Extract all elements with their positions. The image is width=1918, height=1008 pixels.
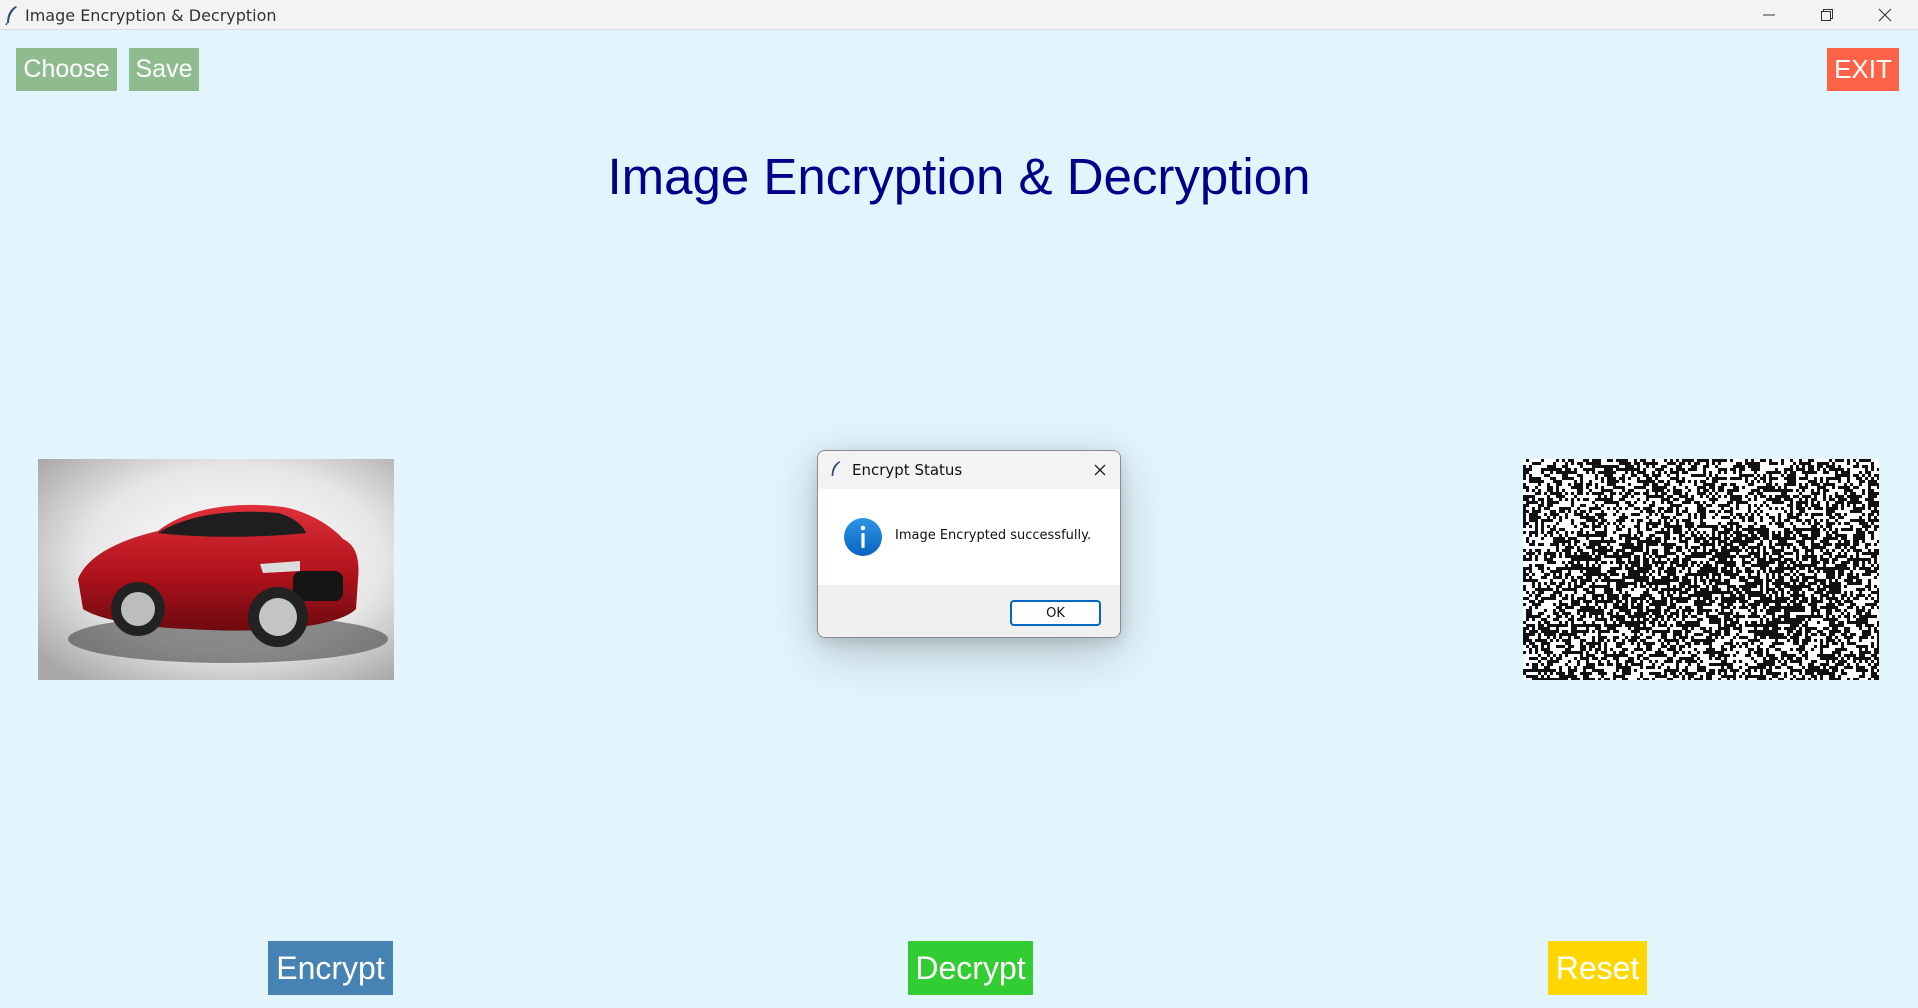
save-button[interactable]: Save	[129, 48, 199, 91]
feather-icon	[5, 6, 17, 25]
restore-icon	[1821, 9, 1833, 21]
close-icon	[1878, 8, 1892, 22]
close-icon	[1094, 464, 1106, 476]
minimize-button[interactable]	[1740, 0, 1798, 30]
dialog-body: Image Encrypted successfully.	[818, 489, 1120, 585]
decrypt-button[interactable]: Decrypt	[908, 941, 1033, 995]
dialog-footer: OK	[818, 585, 1120, 637]
noise-car-image	[1523, 459, 1879, 680]
dialog-close-button[interactable]	[1090, 460, 1110, 480]
close-button[interactable]	[1856, 0, 1914, 30]
feather-icon	[831, 461, 841, 476]
dialog-message: Image Encrypted successfully.	[895, 528, 1092, 543]
encrypted-image	[1523, 459, 1879, 680]
minimize-icon	[1763, 14, 1775, 16]
red-car-image	[38, 459, 394, 680]
encrypt-button[interactable]: Encrypt	[268, 941, 393, 995]
encrypt-status-dialog: Encrypt Status Image Encrypted successfu…	[817, 450, 1121, 638]
restore-button[interactable]	[1798, 0, 1856, 30]
exit-button[interactable]: EXIT	[1827, 48, 1899, 91]
reset-button[interactable]: Reset	[1548, 941, 1647, 995]
choose-button[interactable]: Choose	[16, 48, 117, 91]
window-titlebar: Image Encryption & Decryption	[0, 0, 1918, 30]
dialog-title: Encrypt Status	[852, 461, 963, 479]
original-image	[38, 459, 394, 680]
dialog-titlebar: Encrypt Status	[818, 451, 1120, 489]
ok-button[interactable]: OK	[1010, 600, 1101, 626]
page-title: Image Encryption & Decryption	[607, 148, 1311, 205]
info-icon	[844, 518, 882, 556]
window-title: Image Encryption & Decryption	[25, 6, 277, 25]
